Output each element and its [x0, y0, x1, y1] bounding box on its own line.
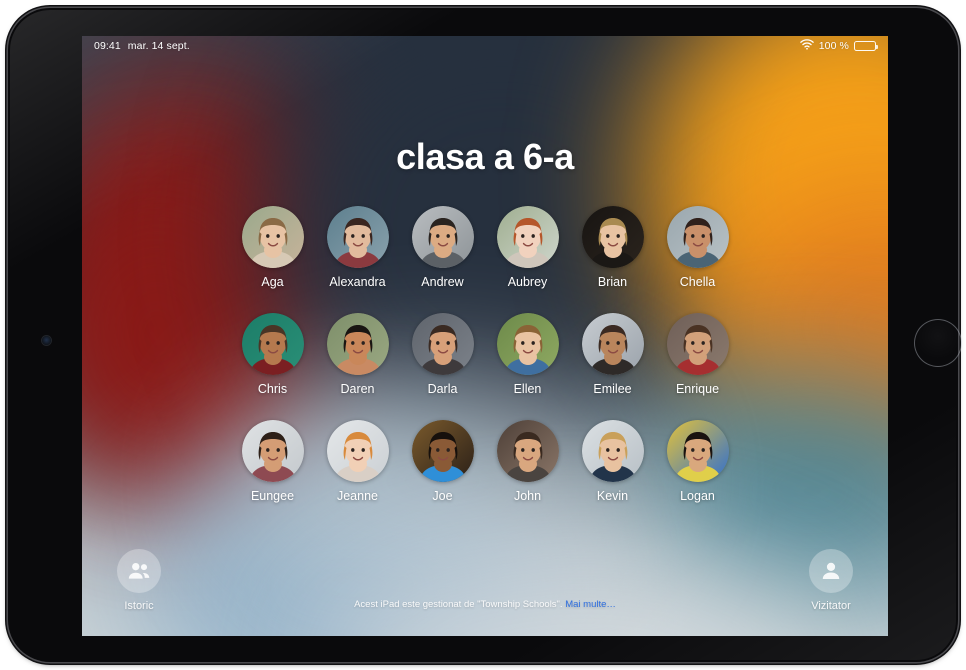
avatar-portrait [411, 313, 474, 375]
user-row: Chris Daren Darla Ellen Emilee Enrique [82, 313, 888, 396]
user-name-label: Andrew [421, 275, 464, 289]
wifi-icon [799, 39, 814, 53]
user-name-label: Daren [340, 382, 375, 396]
avatar[interactable] [581, 206, 644, 268]
avatar[interactable] [666, 206, 729, 268]
user-chella[interactable]: Chella [666, 206, 729, 289]
avatar[interactable] [326, 313, 389, 375]
user-name-label: Emilee [593, 382, 632, 396]
avatar-portrait [666, 206, 729, 268]
avatar-portrait [411, 206, 474, 268]
avatar-portrait [666, 313, 729, 375]
user-name-label: Alexandra [329, 275, 386, 289]
avatar[interactable] [241, 420, 304, 482]
user-name-label: Aga [261, 275, 284, 289]
avatar-portrait [496, 420, 559, 482]
user-grid: Aga Alexandra Andrew Aubrey Brian Chella… [82, 206, 888, 503]
user-row: Eungee Jeanne Joe John Kevin Logan [82, 420, 888, 503]
page-title: clasa a 6-a [396, 136, 574, 177]
user-joe[interactable]: Joe [411, 420, 474, 503]
user-name-label: Jeanne [336, 489, 378, 503]
avatar-portrait [581, 420, 644, 482]
avatar-portrait [326, 313, 389, 375]
status-bar-left: 09:41 mar. 14 sept. [94, 40, 190, 52]
user-name-label: Darla [427, 382, 458, 396]
avatar[interactable] [241, 313, 304, 375]
status-time: 09:41 [94, 40, 121, 52]
avatar[interactable] [241, 206, 304, 268]
avatar-portrait [666, 420, 729, 482]
avatar[interactable] [411, 313, 474, 375]
person-icon [809, 549, 853, 593]
user-name-label: Aubrey [507, 275, 548, 289]
avatar[interactable] [666, 420, 729, 482]
avatar-portrait [241, 206, 304, 268]
management-notice: Acest iPad este gestionat de "Township S… [82, 599, 888, 610]
avatar[interactable] [411, 206, 474, 268]
status-date: mar. 14 sept. [127, 40, 190, 52]
avatar[interactable] [581, 420, 644, 482]
status-bar: 09:41 mar. 14 sept. 100 % [82, 36, 888, 56]
user-logan[interactable]: Logan [666, 420, 729, 503]
avatar-portrait [581, 206, 644, 268]
user-aubrey[interactable]: Aubrey [496, 206, 559, 289]
user-row: Aga Alexandra Andrew Aubrey Brian Chella [82, 206, 888, 289]
user-john[interactable]: John [496, 420, 559, 503]
user-eungee[interactable]: Eungee [241, 420, 304, 503]
management-notice-text: Acest iPad este gestionat de "Township S… [354, 599, 563, 610]
battery-percent-label: 100 % [818, 40, 849, 52]
user-ellen[interactable]: Ellen [496, 313, 559, 396]
avatar[interactable] [496, 313, 559, 375]
status-bar-right: 100 % [799, 39, 879, 53]
user-name-label: Eungee [250, 489, 295, 503]
home-button[interactable] [914, 319, 962, 367]
user-name-label: Ellen [513, 382, 542, 396]
avatar[interactable] [326, 420, 389, 482]
user-andrew[interactable]: Andrew [411, 206, 474, 289]
user-jeanne[interactable]: Jeanne [326, 420, 389, 503]
avatar[interactable] [496, 206, 559, 268]
user-name-label: Joe [432, 489, 453, 503]
user-name-label: Brian [597, 275, 628, 289]
avatar[interactable] [326, 206, 389, 268]
avatar-portrait [581, 313, 644, 375]
user-emilee[interactable]: Emilee [581, 313, 644, 396]
avatar[interactable] [666, 313, 729, 375]
user-daren[interactable]: Daren [326, 313, 389, 396]
user-name-label: Chris [257, 382, 288, 396]
avatar-portrait [326, 206, 389, 268]
two-people-icon [117, 549, 161, 593]
avatar-portrait [411, 420, 474, 482]
user-alexandra[interactable]: Alexandra [326, 206, 389, 289]
user-name-label: Enrique [675, 382, 720, 396]
ipad-device: 09:41 mar. 14 sept. 100 % clasa a 6-a Ag… [8, 8, 962, 662]
management-more-link[interactable]: Mai multe… [565, 599, 616, 610]
avatar[interactable] [411, 420, 474, 482]
user-chris[interactable]: Chris [241, 313, 304, 396]
front-camera-icon [42, 336, 51, 345]
avatar[interactable] [581, 313, 644, 375]
avatar-portrait [241, 313, 304, 375]
user-kevin[interactable]: Kevin [581, 420, 644, 503]
battery-full-icon [854, 41, 879, 51]
user-enrique[interactable]: Enrique [666, 313, 729, 396]
user-name-label: John [513, 489, 542, 503]
avatar[interactable] [496, 420, 559, 482]
avatar-portrait [496, 313, 559, 375]
user-darla[interactable]: Darla [411, 313, 474, 396]
user-brian[interactable]: Brian [581, 206, 644, 289]
lock-screen: 09:41 mar. 14 sept. 100 % clasa a 6-a Ag… [82, 36, 888, 636]
user-name-label: Chella [679, 275, 716, 289]
avatar-portrait [326, 420, 389, 482]
user-name-label: Kevin [596, 489, 629, 503]
avatar-portrait [496, 206, 559, 268]
user-aga[interactable]: Aga [241, 206, 304, 289]
user-name-label: Logan [680, 489, 715, 503]
avatar-portrait [241, 420, 304, 482]
